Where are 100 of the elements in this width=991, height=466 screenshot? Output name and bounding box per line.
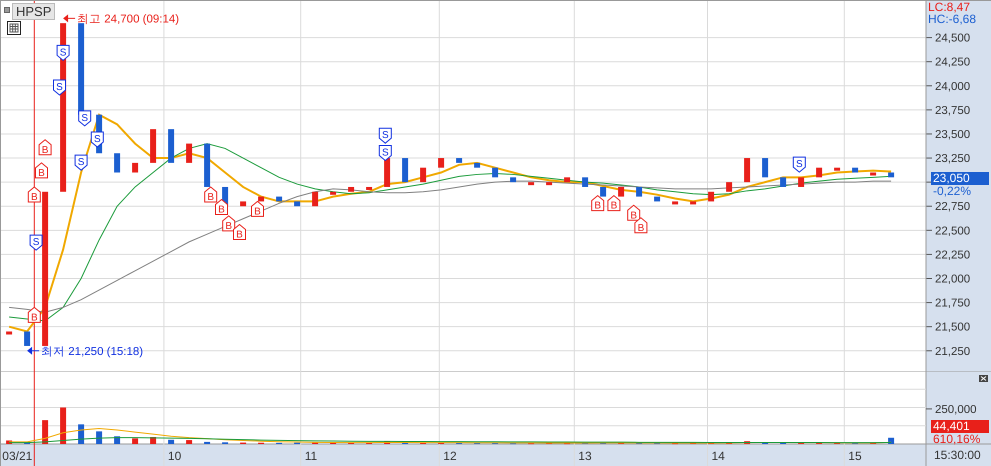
sell-signal-marker: S xyxy=(378,145,392,162)
current-volume-tag: 44,401 xyxy=(931,420,989,433)
price-candle xyxy=(150,129,156,163)
volume-bar xyxy=(204,442,210,444)
price-candle xyxy=(330,192,336,195)
price-candle xyxy=(276,196,282,202)
axis-tick-label: 22,000 xyxy=(935,274,970,286)
time-axis-label: 03/21 xyxy=(2,449,32,463)
price-candle xyxy=(456,158,462,163)
indicator-label: LC:8,47 xyxy=(928,1,972,13)
price-candle xyxy=(294,201,300,206)
time-axis-label: 15 xyxy=(848,449,862,463)
axis-tick-label: 24,000 xyxy=(935,80,970,93)
price-candle xyxy=(258,196,264,202)
volume-bar xyxy=(744,441,750,444)
price-candle xyxy=(582,177,588,187)
time-axis-label: 12 xyxy=(443,449,457,463)
table-icon[interactable] xyxy=(7,21,21,35)
price-candle xyxy=(6,332,12,334)
sell-signal-marker: S xyxy=(56,44,70,61)
sell-signal-marker: S xyxy=(53,80,66,96)
high-price-label: 최고 24,700 (09:14) xyxy=(77,13,180,26)
sell-signal-marker: S xyxy=(378,128,392,144)
price-candle xyxy=(204,144,210,187)
price-candle xyxy=(798,177,804,187)
buy-signal-marker: B xyxy=(634,217,648,234)
close-icon[interactable] xyxy=(979,375,988,382)
price-candle xyxy=(744,158,750,182)
price-candle xyxy=(888,172,894,178)
axis-tick-label: 24,250 xyxy=(935,56,970,69)
sell-signal-marker: S xyxy=(74,154,88,171)
axis-tick-label: 23,500 xyxy=(935,128,970,141)
time-label: 15:30:00 xyxy=(934,448,981,462)
price-candle xyxy=(600,186,606,197)
price-candle xyxy=(834,168,840,171)
price-candle xyxy=(384,158,390,187)
price-change-label: -0,22% xyxy=(932,185,972,198)
buy-signal-marker: B xyxy=(28,306,41,324)
price-candle xyxy=(654,196,660,202)
price-candle xyxy=(510,177,516,182)
price-candle xyxy=(420,168,426,182)
time-axis-label: 14 xyxy=(712,449,725,463)
price-candle xyxy=(474,162,480,168)
price-candle xyxy=(672,201,678,204)
buy-signal-marker: B xyxy=(233,224,246,241)
price-candle xyxy=(852,168,858,172)
price-candle xyxy=(762,158,768,178)
buy-signal-marker: B xyxy=(28,186,41,203)
axis-tick-label: 23,750 xyxy=(935,104,970,117)
buy-signal-marker: B xyxy=(251,200,264,218)
volume-bar xyxy=(132,438,138,444)
volume-change-label: 610,16% xyxy=(932,433,982,445)
price-candle xyxy=(618,186,624,197)
price-candle xyxy=(492,168,498,178)
price-candle xyxy=(312,192,318,206)
price-candle xyxy=(114,153,120,172)
volume-bar xyxy=(186,440,192,444)
buy-signal-marker: B xyxy=(38,139,52,156)
price-candle xyxy=(726,182,732,192)
price-candle xyxy=(636,186,642,197)
axis-tick-label: 21,500 xyxy=(935,322,970,334)
axis-tick-label: 23,250 xyxy=(935,153,970,166)
indicator-label: HC:-6,68 xyxy=(928,13,976,25)
price-candle xyxy=(186,144,192,163)
price-candle xyxy=(24,332,30,346)
price-candle xyxy=(438,158,444,168)
axis-tick-label: 250,000 xyxy=(935,404,977,416)
sell-signal-marker: S xyxy=(90,132,104,148)
volume-bar xyxy=(60,408,66,444)
axis-tick-label: 22,250 xyxy=(935,249,970,262)
price-candle xyxy=(870,172,876,176)
price-candle xyxy=(816,168,822,178)
price-candle xyxy=(690,201,696,204)
volume-bar xyxy=(42,420,48,444)
buy-signal-marker: B xyxy=(607,194,620,212)
volume-bar xyxy=(888,438,894,444)
buy-signal-marker: B xyxy=(35,162,48,179)
buy-signal-marker: B xyxy=(591,194,604,212)
price-candle xyxy=(402,158,408,182)
sell-signal-marker: S xyxy=(792,156,806,173)
price-candle xyxy=(240,201,246,206)
price-candle xyxy=(348,186,354,192)
time-axis-label: 13 xyxy=(578,449,592,463)
time-axis-label: 11 xyxy=(304,449,318,463)
axis-tick-label: 22,500 xyxy=(935,225,970,238)
axis-tick-label: 21,750 xyxy=(935,298,970,310)
price-candle xyxy=(564,177,570,182)
price-candle xyxy=(780,177,786,187)
sell-signal-marker: S xyxy=(78,110,92,126)
arrow-icon xyxy=(27,346,40,355)
buy-signal-marker: B xyxy=(204,186,218,203)
volume-bar xyxy=(78,424,84,444)
symbol-button[interactable]: HPSP xyxy=(12,3,56,20)
volume-bar xyxy=(384,441,390,444)
volume-bar xyxy=(168,440,174,444)
axis-tick-label: 21,250 xyxy=(935,346,970,358)
arrow-icon xyxy=(63,14,76,22)
low-price-label: 최저 21,250 (15:18) xyxy=(41,346,144,358)
status-square-icon xyxy=(4,7,10,13)
price-candle xyxy=(168,129,174,163)
